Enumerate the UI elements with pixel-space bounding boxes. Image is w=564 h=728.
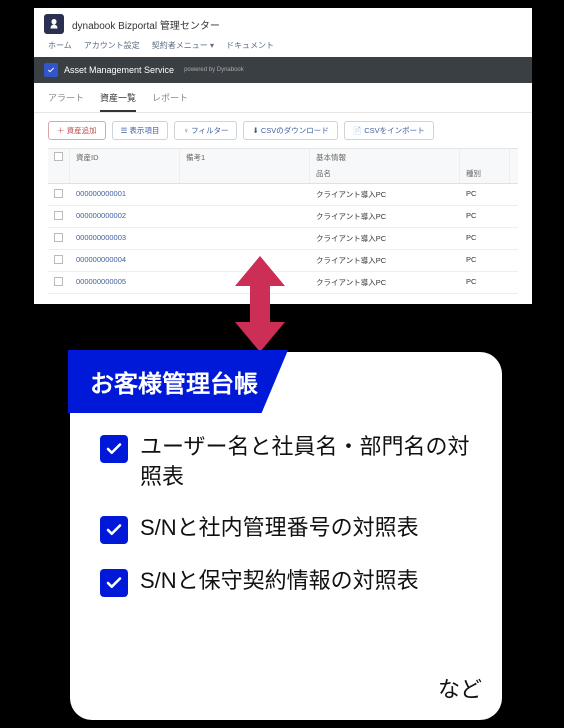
check-icon [100,516,128,544]
table-header-row2: 品名 種別 [48,166,518,184]
cell-type: PC [460,250,510,271]
cell-product-name: クライアント導入PC [310,184,460,205]
th-type[interactable]: 種別 [460,166,510,183]
tab-report[interactable]: レポート [152,91,188,112]
row-checkbox[interactable] [54,277,63,286]
cell-asset-id[interactable]: 000000000002 [70,206,180,227]
check-icon [100,569,128,597]
ledger-title: お客様管理台帳 [68,350,288,413]
ledger-item: S/Nと社内管理番号の対照表 [100,513,472,544]
top-nav: ホーム アカウント設定 契約者メニュー ▾ ドキュメント [34,36,532,57]
table-row[interactable]: 000000000002 クライアント導入PCPC [48,206,518,228]
app-title: dynabook Bizportal 管理センター [72,17,220,32]
csv-download-button[interactable]: ⬇ CSVのダウンロード [243,121,337,140]
th-asset-id[interactable]: 資産ID [70,149,180,166]
cell-asset-id[interactable]: 000000000005 [70,272,180,293]
th-remark[interactable]: 備考1 [180,149,310,166]
row-checkbox[interactable] [54,211,63,220]
table-row[interactable]: 000000000001 クライアント導入PCPC [48,184,518,206]
row-checkbox[interactable] [54,255,63,264]
app-logo-icon [44,14,64,34]
cell-type: PC [460,228,510,249]
tab-assets[interactable]: 資産一覧 [100,91,136,112]
cell-product-name: クライアント導入PC [310,250,460,271]
th-checkbox [48,149,70,166]
cell-remark [180,228,310,249]
toolbar: ＋ 資産追加 ☰ 表示項目 ♀ フィルター ⬇ CSVのダウンロード 📄 CSV… [34,113,532,148]
ledger-item-text: S/Nと保守契約情報の対照表 [140,566,419,596]
nav-contract-menu[interactable]: 契約者メニュー ▾ [152,40,214,51]
cell-product-name: クライアント導入PC [310,206,460,227]
ledger-etc: など [438,672,482,704]
cell-remark [180,206,310,227]
csv-import-button[interactable]: 📄 CSVをインポート [344,121,434,140]
cell-type: PC [460,184,510,205]
ledger-item: ユーザー名と社員名・部門名の対照表 [100,432,472,491]
table-row[interactable]: 000000000003 クライアント導入PCPC [48,228,518,250]
cell-type: PC [460,206,510,227]
nav-document[interactable]: ドキュメント [226,40,274,51]
cell-product-name: クライアント導入PC [310,228,460,249]
powered-by: powered by Dynabook [184,67,244,73]
ledger-item-text: S/Nと社内管理番号の対照表 [140,513,419,543]
ledger-list: ユーザー名と社員名・部門名の対照表 S/Nと社内管理番号の対照表 S/Nと保守契約情… [100,432,472,619]
tabs: アラート 資産一覧 レポート [34,83,532,113]
service-badge-icon [44,63,58,77]
table-header-row1: 資産ID 備考1 基本情報 [48,149,518,166]
check-icon [100,435,128,463]
service-bar: Asset Management Service powered by Dyna… [34,57,532,83]
sync-arrow-icon [230,256,290,352]
row-checkbox[interactable] [54,233,63,242]
cell-asset-id[interactable]: 000000000001 [70,184,180,205]
cell-product-name: クライアント導入PC [310,272,460,293]
service-title: Asset Management Service [64,65,174,75]
ledger-item: S/Nと保守契約情報の対照表 [100,566,472,597]
nav-account[interactable]: アカウント設定 [84,40,140,51]
th-empty [460,149,510,166]
cell-type: PC [460,272,510,293]
cell-asset-id[interactable]: 000000000003 [70,228,180,249]
row-checkbox[interactable] [54,189,63,198]
tab-alert[interactable]: アラート [48,91,84,112]
nav-home[interactable]: ホーム [48,40,72,51]
cell-remark [180,184,310,205]
ledger-panel: お客様管理台帳 ユーザー名と社員名・部門名の対照表 S/Nと社内管理番号の対照表 S… [70,352,502,720]
ledger-item-text: ユーザー名と社員名・部門名の対照表 [140,432,472,491]
add-asset-button[interactable]: ＋ 資産追加 [48,121,106,140]
select-all-checkbox[interactable] [54,152,63,161]
th-product-name[interactable]: 品名 [310,166,460,183]
th-basic: 基本情報 [310,149,460,166]
columns-button[interactable]: ☰ 表示項目 [112,121,169,140]
app-header: dynabook Bizportal 管理センター [34,8,532,36]
filter-button[interactable]: ♀ フィルター [174,121,237,140]
cell-asset-id[interactable]: 000000000004 [70,250,180,271]
